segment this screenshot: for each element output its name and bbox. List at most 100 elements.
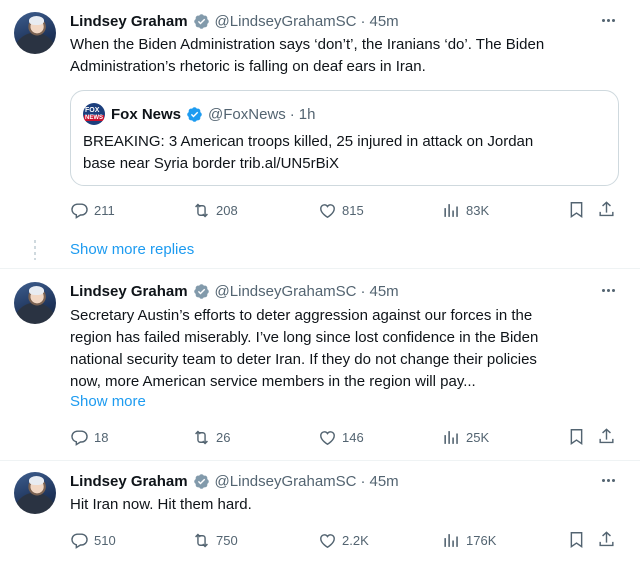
divider [0, 268, 640, 269]
repost-button[interactable]: 26 [192, 427, 230, 447]
like-icon [320, 203, 335, 218]
verified-badge-icon [193, 473, 209, 489]
timestamp[interactable]: 45m [370, 473, 399, 490]
action-bar: 510 750 2.2K 176K [70, 530, 622, 550]
quoted-author-handle: @FoxNews [208, 105, 286, 123]
verified-badge-icon [193, 13, 209, 29]
like-count: 2.2K [342, 532, 369, 548]
reply-icon [71, 202, 88, 219]
like-count: 146 [342, 429, 364, 445]
share-icon [599, 201, 614, 217]
more-icon[interactable] [598, 470, 618, 490]
bookmark-button[interactable] [567, 200, 587, 220]
tweet[interactable]: Lindsey Graham @LindseyGrahamSC · 45m Hi… [0, 460, 640, 565]
share-icon [599, 531, 614, 547]
views-button[interactable]: 176K [442, 530, 496, 550]
timestamp[interactable]: 45m [370, 283, 399, 300]
thread-connector [34, 240, 36, 260]
tweet-text: Hit Iran now. Hit them hard. [70, 494, 622, 516]
more-icon[interactable] [598, 280, 618, 300]
tweet-text-line: Secretary Austin’s efforts to deter aggr… [70, 307, 533, 324]
tweet-text: Secretary Austin’s efforts to deter aggr… [70, 305, 622, 393]
avatar[interactable] [14, 282, 56, 324]
repost-count: 208 [216, 202, 238, 218]
author-handle[interactable]: @LindseyGrahamSC [215, 473, 357, 490]
like-icon [320, 533, 335, 548]
repost-count: 750 [216, 532, 238, 548]
show-more-link[interactable]: Show more [70, 393, 146, 410]
views-button[interactable]: 25K [442, 427, 489, 447]
repost-button[interactable]: 208 [192, 200, 238, 220]
author-handle[interactable]: @LindseyGrahamSC [215, 13, 357, 30]
share-button[interactable] [597, 200, 617, 220]
author-handle[interactable]: @LindseyGrahamSC [215, 283, 357, 300]
quoted-tweet[interactable]: Fox News @FoxNews · 1h BREAKING: 3 Ameri… [70, 90, 619, 186]
views-icon [444, 430, 458, 444]
reply-button[interactable]: 510 [70, 530, 116, 550]
reply-button[interactable]: 18 [70, 427, 108, 447]
repost-icon [195, 430, 208, 444]
tweet-text-line: region has failed miserably. I’ve long s… [70, 329, 539, 346]
more-icon[interactable] [598, 10, 618, 30]
tweet[interactable]: Lindsey Graham @LindseyGrahamSC · 45m Se… [0, 270, 640, 460]
bookmark-icon [570, 429, 583, 445]
bookmark-icon [570, 202, 583, 218]
avatar[interactable] [14, 12, 56, 54]
share-button[interactable] [597, 427, 617, 447]
avatar[interactable] [14, 472, 56, 514]
author-name[interactable]: Lindsey Graham [70, 283, 188, 300]
separator-dot: · [360, 472, 366, 490]
quoted-text-line: base near Syria border trib.al/UN5rBiX [83, 155, 339, 172]
tweet-text: When the Biden Administration says ‘don’… [70, 34, 622, 78]
views-button[interactable]: 83K [442, 200, 489, 220]
quoted-timestamp: 1h [298, 105, 316, 123]
tweet-header: Lindsey Graham @LindseyGrahamSC · 45m [70, 471, 399, 491]
reply-icon [71, 429, 88, 446]
views-count: 83K [466, 202, 490, 218]
quoted-tweet-text: BREAKING: 3 American troops killed, 25 i… [83, 131, 608, 175]
like-button[interactable]: 815 [318, 200, 364, 220]
action-bar: 18 26 146 25K [70, 427, 622, 447]
reply-count: 18 [94, 429, 109, 445]
separator-dot: · [360, 12, 366, 30]
like-button[interactable]: 146 [318, 427, 364, 447]
views-count: 25K [466, 429, 490, 445]
bookmark-button[interactable] [567, 530, 587, 550]
verified-badge-icon [187, 106, 202, 122]
tweet-header: Lindsey Graham @LindseyGrahamSC · 45m [70, 281, 399, 301]
timestamp[interactable]: 45m [370, 13, 399, 30]
views-icon [444, 203, 458, 217]
tweet-text-line: When the Biden Administration says ‘don’… [70, 36, 545, 53]
tweet[interactable]: Lindsey Graham @LindseyGrahamSC · 45m Wh… [0, 0, 640, 232]
repost-icon [195, 533, 208, 547]
bookmark-button[interactable] [567, 427, 587, 447]
views-count: 176K [466, 532, 497, 548]
tweet-text-line: Hit Iran now. Hit them hard. [70, 496, 252, 513]
quoted-tweet-header: Fox News @FoxNews · 1h [83, 103, 315, 125]
reply-button[interactable]: 211 [70, 200, 115, 220]
action-bar: 211 208 815 83K [70, 200, 622, 220]
show-more-replies-link[interactable]: Show more replies [70, 241, 194, 258]
repost-button[interactable]: 750 [192, 530, 238, 550]
like-count: 815 [342, 202, 364, 218]
repost-count: 26 [216, 429, 231, 445]
share-icon [599, 428, 614, 444]
separator-dot: · [289, 105, 295, 123]
tweet-text-line: now, more American service members in th… [70, 373, 476, 390]
author-name[interactable]: Lindsey Graham [70, 13, 188, 30]
share-button[interactable] [597, 530, 617, 550]
tweet-header: Lindsey Graham @LindseyGrahamSC · 45m [70, 11, 399, 31]
like-icon [320, 430, 335, 445]
fox-news-avatar [83, 103, 105, 125]
tweet-text-line: Administration’s rhetoric is falling on … [70, 58, 426, 75]
separator-dot: · [360, 282, 366, 300]
quoted-text-line: BREAKING: 3 American troops killed, 25 i… [83, 133, 534, 150]
tweet-text-line: national security team to deter Iran. If… [70, 351, 537, 368]
like-button[interactable]: 2.2K [318, 530, 369, 550]
quoted-author-name: Fox News [111, 105, 182, 123]
reply-count: 510 [94, 532, 116, 548]
views-icon [444, 533, 458, 547]
author-name[interactable]: Lindsey Graham [70, 473, 188, 490]
bookmark-icon [570, 532, 583, 548]
reply-icon [71, 532, 88, 549]
